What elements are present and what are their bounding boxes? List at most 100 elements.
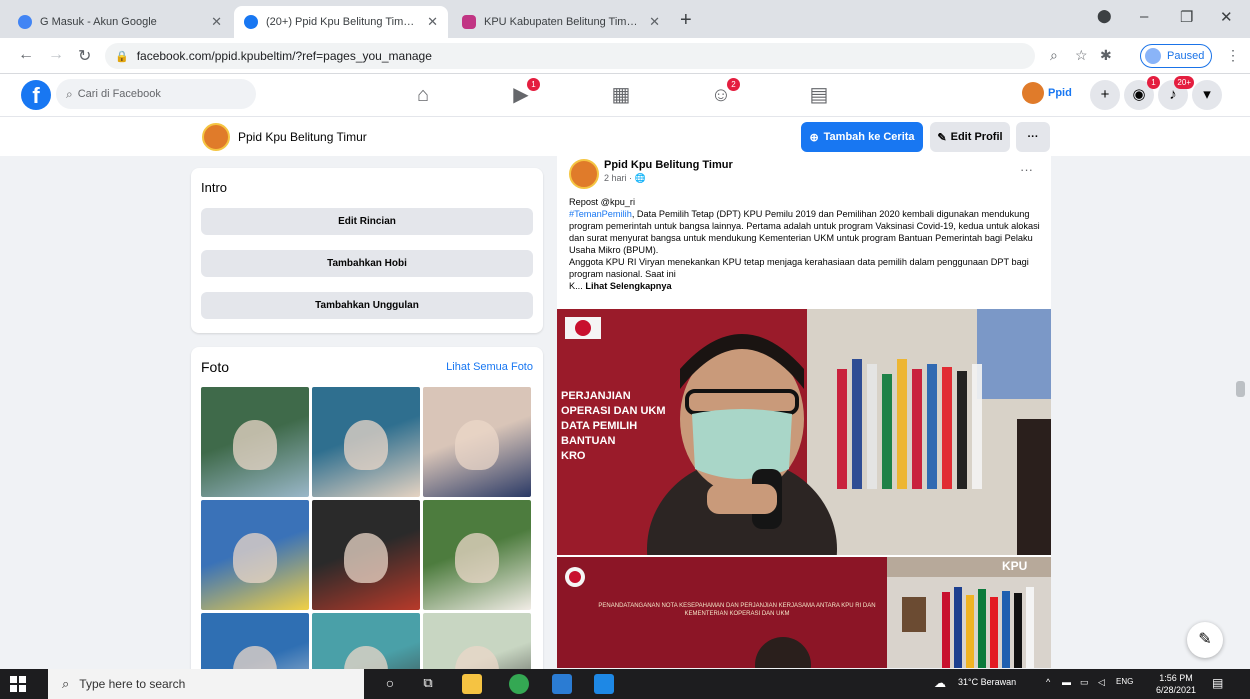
profile-status-label: Paused [1167,50,1205,62]
photo-thumbnail[interactable] [201,613,309,677]
page-title[interactable]: Ppid Kpu Belitung Timur [238,130,367,144]
groups-icon[interactable]: ☺ 2 [708,78,740,108]
restore-button[interactable]: ❐ [1180,8,1193,26]
battery-icon[interactable]: ▭ [1080,677,1089,688]
home-icon[interactable]: ⌂ [410,82,436,108]
taskbar-clock[interactable]: 1:56 PM 6/28/2021 [1156,672,1196,696]
post-timestamp[interactable]: 2 hari · 🌐 [604,173,646,184]
banner-line: PERJANJIAN [561,390,631,402]
browser-tab-facebook[interactable]: (20+) Ppid Kpu Belitung Timur | F ✕ [234,6,448,38]
post-author-name[interactable]: Ppid Kpu Belitung Timur [604,159,733,171]
watch-icon[interactable]: ▶ 1 [508,78,540,108]
profile-avatar [1022,82,1044,104]
photo-thumbnail[interactable] [201,500,309,610]
notifications-icon[interactable]: ▤ [1212,676,1223,690]
browser-toolbar: ← → ↻ 🔒 facebook.com/ppid.kpubeltim/?ref… [0,38,1250,74]
chrome-icon[interactable] [509,674,529,694]
messenger-badge: 1 [1147,76,1160,89]
photo-thumbnail[interactable] [423,387,531,497]
photo-thumbnail[interactable] [312,500,420,610]
weather-cloud-icon: ☁ [934,676,946,690]
app-icon[interactable] [552,674,572,694]
photo-thumbnail[interactable] [312,387,420,497]
notifications-badge: 20+ [1174,76,1194,89]
add-hobbies-button[interactable]: Tambahkan Hobi [201,250,533,277]
instagram-favicon-icon [462,15,476,29]
page-avatar[interactable] [202,123,230,151]
facebook-search-input[interactable]: ⌕ Cari di Facebook [56,79,256,109]
new-message-compose-icon[interactable]: ✎ [1187,622,1223,658]
edit-profile-button[interactable]: ✎ Edit Profil [930,122,1010,152]
see-all-photos-link[interactable]: Lihat Semua Foto [446,361,533,373]
marketplace-icon[interactable]: ▦ [608,82,634,108]
photo-subject [344,420,388,470]
add-to-story-label: Tambah ke Cerita [823,131,915,143]
new-tab-button[interactable]: + [680,10,692,30]
photo-grid [201,387,533,677]
post-author-avatar[interactable] [569,159,599,189]
weather-text[interactable]: 31°C Berawan [958,677,1016,687]
post-text-truncated: K... [569,281,586,291]
back-arrow-icon[interactable]: ← [18,46,34,64]
bookmark-star-icon[interactable]: ☆ [1075,47,1088,64]
minimize-button[interactable]: – [1140,8,1148,25]
profile-name: Ppid [1048,87,1072,99]
address-bar[interactable]: 🔒 facebook.com/ppid.kpubeltim/?ref=pages… [105,43,1035,69]
photo-thumbnail[interactable] [423,613,531,677]
pencil-icon: ✎ [937,131,947,144]
post-text-paragraph: #TemanPemilih, Data Pemilih Tetap (DPT) … [569,208,1041,256]
word-icon[interactable] [594,674,614,694]
plus-circle-icon: ⊕ [809,131,819,144]
add-to-story-button[interactable]: ⊕ Tambah ke Cerita [801,122,923,152]
photo-thumbnail[interactable] [201,387,309,497]
windows-start-icon[interactable] [10,676,26,692]
notifications-bell-icon[interactable]: ♪ 20+ [1158,76,1194,110]
more-options-button[interactable]: ··· [1016,122,1050,152]
tray-chevron-icon[interactable]: ^ [1046,677,1050,687]
file-explorer-icon[interactable] [462,674,482,694]
close-tab-icon[interactable]: ✕ [211,14,222,30]
extensions-puzzle-icon[interactable]: ✱ [1100,47,1112,64]
photo-thumbnail[interactable] [312,613,420,677]
post-more-options-icon[interactable]: ··· [1020,162,1033,177]
add-featured-button[interactable]: Tambahkan Unggulan [201,292,533,319]
cortana-icon[interactable]: ○ [380,675,400,695]
forward-arrow-icon[interactable]: → [48,46,64,64]
close-tab-icon[interactable]: ✕ [427,14,438,30]
volume-icon[interactable]: ◁ [1098,677,1105,688]
language-indicator[interactable]: ENG [1116,677,1133,686]
post-photo-secondary[interactable]: PENANDATANGANAN NOTA KESEPAHAMAN DAN PER… [557,557,1051,668]
banner-line: DATA PEMILIH [561,420,638,432]
tab-title: (20+) Ppid Kpu Belitung Timur | F [266,16,420,28]
photo-subject [233,533,277,583]
search-placeholder: Cari di Facebook [77,88,161,100]
see-more-link[interactable]: Lihat Selengkapnya [585,281,671,291]
browser-tab-google[interactable]: G Masuk - Akun Google ✕ [8,6,232,38]
watch-badge: 1 [527,78,540,91]
browser-menu-kebab-icon[interactable]: ⋮ [1226,47,1240,64]
close-window-button[interactable]: ✕ [1220,8,1233,26]
network-icon[interactable]: ▬ [1062,677,1071,687]
edit-details-button[interactable]: Edit Rincian [201,208,533,235]
browser-account-icon[interactable]: ⬤ [1097,8,1112,24]
taskbar-search-input[interactable]: ⌕ Type here to search [48,669,364,699]
profile-chip[interactable]: Ppid [1022,82,1072,104]
account-menu-chevron-icon[interactable]: ▾ [1192,80,1222,110]
page-scrollbar-thumb[interactable] [1236,381,1245,397]
profile-paused-button[interactable]: Paused [1140,44,1212,68]
close-tab-icon[interactable]: ✕ [649,14,660,30]
messenger-icon[interactable]: ◉ 1 [1124,76,1160,110]
photo-thumbnail[interactable] [423,500,531,610]
task-view-icon[interactable]: ⧉ [418,675,438,695]
reload-icon[interactable]: ↻ [78,46,91,66]
browser-tab-instagram[interactable]: KPU Kabupaten Belitung Timur (@ ✕ [452,6,670,38]
facebook-favicon-icon [244,15,258,29]
tab-title: KPU Kabupaten Belitung Timur (@ [484,16,642,28]
post-hashtag-link[interactable]: #TemanPemilih [569,209,632,219]
kpu-wall-label: KPU [1002,559,1028,573]
post-photo-main[interactable]: PERJANJIAN OPERASI DAN UKM DATA PEMILIH … [557,309,1051,555]
create-plus-icon[interactable]: + [1090,80,1120,110]
gaming-icon[interactable]: ▤ [806,82,832,108]
facebook-logo-icon[interactable]: f [21,80,51,110]
zoom-icon[interactable]: ⌕ [1050,47,1058,64]
